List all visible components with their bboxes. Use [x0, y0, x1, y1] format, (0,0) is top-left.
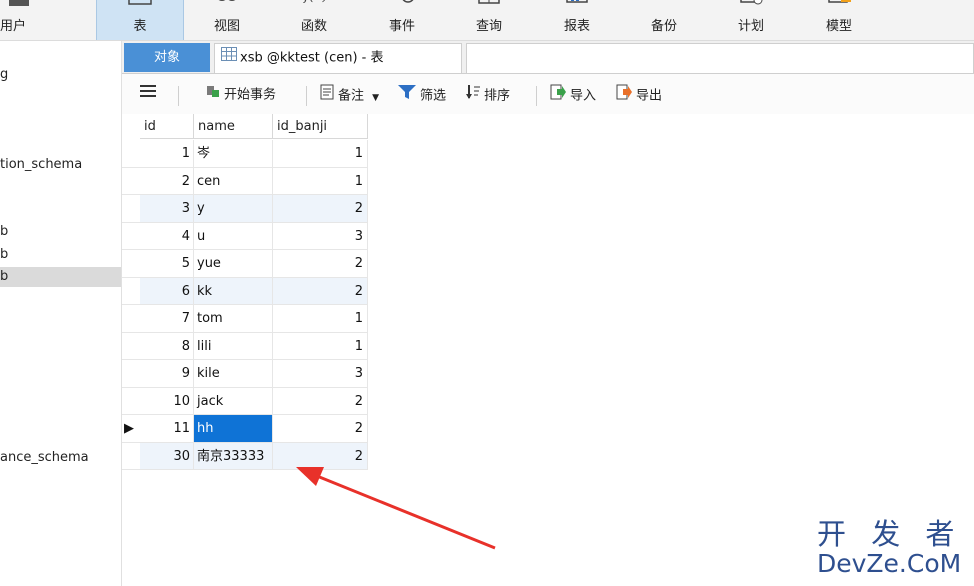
watermark-logo: 开 发 者 DevZe.CoM: [817, 518, 962, 578]
watermark-line2: DevZe.CoM: [817, 549, 962, 578]
watermark-line1: 开 发 者: [817, 517, 963, 551]
annotation-arrow: [296, 467, 496, 550]
